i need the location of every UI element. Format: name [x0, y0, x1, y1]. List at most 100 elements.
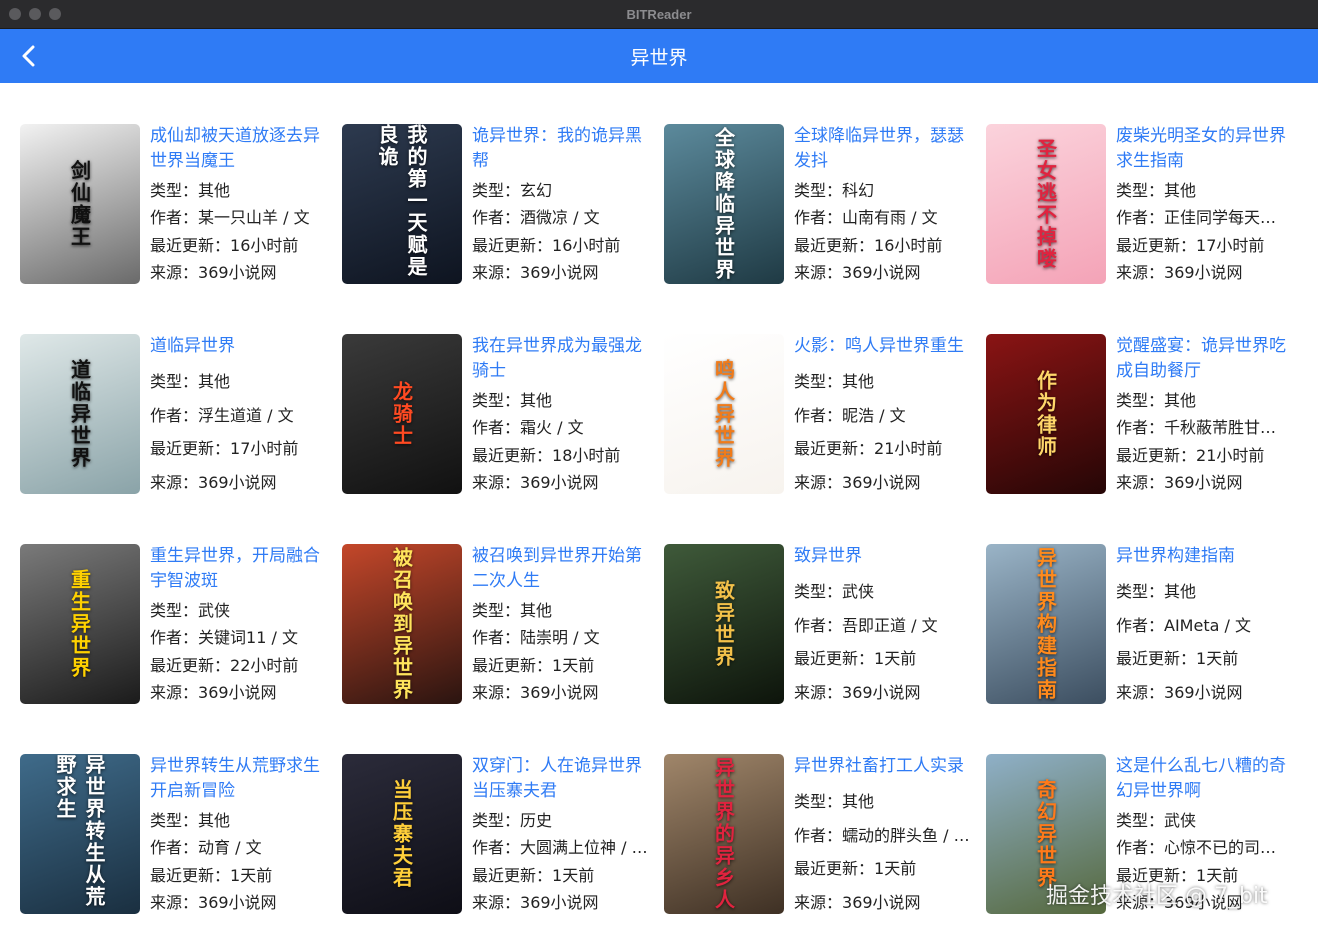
book-card[interactable]: 异世界转生从荒野求生 异世界转生从荒野求生开启新冒险 类型：其他 作者：动育 / 文最… [20, 754, 332, 914]
book-cover[interactable]: 全球降临异世界 [664, 124, 784, 284]
book-updated-value: 17小时前 [230, 439, 299, 459]
book-source: 来源：369小说网 [472, 472, 654, 494]
book-updated-label: 最近更新： [1116, 445, 1197, 465]
book-cover[interactable]: 剑仙魔王 [20, 124, 140, 284]
book-card[interactable]: 当压寨夫君 双穿门：人在诡异世界当压寨夫君 类型：历史 作者：大圆满上位神 / … 最近… [342, 754, 654, 914]
book-title[interactable]: 双穿门：人在诡异世界当压寨夫君 [472, 754, 654, 804]
book-type-label: 类型： [472, 390, 521, 410]
book-cover[interactable]: 被召唤到异世界 [342, 544, 462, 704]
book-card[interactable]: 致异世界 致异世界 类型：武侠 作者：吾即正道 / 文最近更新：1天前 来源：369小说… [664, 544, 976, 704]
book-source-label: 来源： [794, 683, 843, 702]
book-card[interactable]: 龙骑士 我在异世界成为最强龙骑士 类型：其他 作者：霜火 / 文最近更新：18小时前来… [342, 334, 654, 494]
book-card[interactable]: 全球降临异世界 全球降临异世界，瑟瑟发抖 类型：科幻 作者：山南有雨 / 文最近更新：… [664, 124, 976, 284]
book-type: 类型：其他 [472, 390, 654, 412]
book-source-value: 369小说网 [520, 893, 599, 912]
book-cover[interactable]: 奇幻异世界 [986, 754, 1106, 914]
book-title[interactable]: 成仙却被天道放逐去异世界当魔王 [150, 124, 332, 174]
book-cover[interactable]: 圣女逃不掉喽 [986, 124, 1106, 284]
back-button[interactable] [14, 41, 44, 71]
book-author: 作者：昵浩 / 文 [794, 405, 976, 427]
book-updated: 最近更新：16小时前 [472, 235, 654, 257]
book-updated-label: 最近更新： [794, 649, 875, 669]
book-source-label: 来源： [1116, 893, 1165, 912]
book-source-value: 369小说网 [1164, 263, 1243, 282]
book-type-value: 其他 [842, 791, 875, 811]
book-title[interactable]: 重生异世界，开局融合宇智波斑 [150, 544, 332, 594]
book-cover-text: 我的第一天赋是良诡 [375, 124, 428, 278]
book-cover[interactable]: 当压寨夫君 [342, 754, 462, 914]
book-type-label: 类型： [150, 180, 199, 200]
book-cover[interactable]: 作为律师 [986, 334, 1106, 494]
book-updated: 最近更新：21小时前 [1116, 445, 1298, 467]
book-cover-text: 当压寨夫君 [389, 779, 414, 889]
book-type-value: 其他 [520, 600, 553, 620]
book-source-label: 来源： [472, 473, 521, 492]
book-card[interactable]: 异世界的异乡人 异世界社畜打工人实录 类型：其他 作者：蠕动的胖头鱼 / … 最近更新：… [664, 754, 976, 914]
book-source-value: 369小说网 [1164, 893, 1243, 912]
book-card[interactable]: 剑仙魔王 成仙却被天道放逐去异世界当魔王 类型：其他 作者：某一只山羊 / 文最近更新… [20, 124, 332, 284]
book-updated-value: 17小时前 [1196, 235, 1265, 255]
book-updated-label: 最近更新： [1116, 235, 1197, 255]
window-controls[interactable] [9, 8, 61, 20]
book-author-label: 作者： [150, 405, 199, 425]
book-card[interactable]: 异世界构建指南 异世界构建指南 类型：其他 作者：AIMeta / 文最近更新：1天前… [986, 544, 1298, 704]
book-author-label: 作者： [472, 208, 521, 227]
book-card[interactable]: 作为律师 觉醒盛宴：诡异世界吃成自助餐厅 类型：其他 作者：千秋蔽芾胜甘… 最近更新：2… [986, 334, 1298, 494]
book-title[interactable]: 全球降临异世界，瑟瑟发抖 [794, 124, 976, 174]
book-cover-text: 异世界转生从荒野求生 [53, 754, 106, 908]
book-type: 类型：其他 [794, 371, 976, 393]
book-card[interactable]: 奇幻异世界 这是什么乱七八糟的奇幻异世界啊 类型：武侠 作者：心惊不已的司… 最近更新：… [986, 754, 1298, 914]
book-cover[interactable]: 异世界的异乡人 [664, 754, 784, 914]
book-info: 异世界转生从荒野求生开启新冒险 类型：其他 作者：动育 / 文最近更新：1天前 来源：… [150, 754, 332, 914]
close-window-button[interactable] [9, 8, 21, 20]
book-author-value: 浮生道道 / 文 [198, 405, 294, 425]
book-cover[interactable]: 我的第一天赋是良诡 [342, 124, 462, 284]
book-cover[interactable]: 道临异世界 [20, 334, 140, 494]
book-title[interactable]: 异世界构建指南 [1116, 544, 1298, 569]
book-author: 作者：浮生道道 / 文 [150, 405, 332, 427]
maximize-window-button[interactable] [49, 8, 61, 20]
book-title[interactable]: 诡异世界：我的诡异黑帮 [472, 124, 654, 174]
book-cover[interactable]: 致异世界 [664, 544, 784, 704]
book-cover-text: 全球降临异世界 [711, 127, 736, 281]
book-author-label: 作者： [794, 825, 843, 845]
book-author-label: 作者： [794, 208, 843, 227]
book-cover[interactable]: 异世界转生从荒野求生 [20, 754, 140, 914]
book-card[interactable]: 重生异世界 重生异世界，开局融合宇智波斑 类型：武侠 作者：关键词11 / 文最近更新… [20, 544, 332, 704]
book-title[interactable]: 异世界社畜打工人实录 [794, 754, 976, 779]
book-card[interactable]: 被召唤到异世界 被召唤到异世界开始第二次人生 类型：其他 作者：陆崇明 / 文最近更新… [342, 544, 654, 704]
book-updated-label: 最近更新： [472, 235, 553, 255]
book-title[interactable]: 废柴光明圣女的异世界求生指南 [1116, 124, 1298, 174]
book-title[interactable]: 火影：鸣人异世界重生 [794, 334, 976, 359]
book-type-value: 其他 [1164, 390, 1197, 410]
book-card[interactable]: 我的第一天赋是良诡 诡异世界：我的诡异黑帮 类型：玄幻 作者：酒微凉 / 文最近更新：… [342, 124, 654, 284]
book-updated-label: 最近更新： [794, 859, 875, 879]
book-card[interactable]: 鸣人异世界 火影：鸣人异世界重生 类型：其他 作者：昵浩 / 文最近更新：21小时前来… [664, 334, 976, 494]
book-type: 类型：科幻 [794, 180, 976, 202]
book-type-label: 类型： [150, 371, 199, 391]
book-title[interactable]: 道临异世界 [150, 334, 332, 359]
book-cover[interactable]: 重生异世界 [20, 544, 140, 704]
book-type-value: 其他 [198, 180, 231, 200]
book-title[interactable]: 这是什么乱七八糟的奇幻异世界啊 [1116, 754, 1298, 804]
book-source-value: 369小说网 [1164, 683, 1243, 702]
book-card[interactable]: 圣女逃不掉喽 废柴光明圣女的异世界求生指南 类型：其他 作者：正佳同学每天… 最近更新：… [986, 124, 1298, 284]
book-type-label: 类型： [150, 600, 199, 620]
book-type-value: 武侠 [1164, 810, 1197, 830]
book-author: 作者：关键词11 / 文 [150, 627, 332, 649]
book-source: 来源：369小说网 [150, 892, 332, 914]
book-title[interactable]: 觉醒盛宴：诡异世界吃成自助餐厅 [1116, 334, 1298, 384]
book-title[interactable]: 致异世界 [794, 544, 976, 569]
minimize-window-button[interactable] [29, 8, 41, 20]
book-title[interactable]: 被召唤到异世界开始第二次人生 [472, 544, 654, 594]
book-type-label: 类型： [794, 371, 843, 391]
book-info: 诡异世界：我的诡异黑帮 类型：玄幻 作者：酒微凉 / 文最近更新：16小时前 来源：3… [472, 124, 654, 284]
book-cover[interactable]: 异世界构建指南 [986, 544, 1106, 704]
book-author-label: 作者： [1116, 838, 1165, 857]
book-card[interactable]: 道临异世界 道临异世界 类型：其他 作者：浮生道道 / 文最近更新：17小时前 来源：3… [20, 334, 332, 494]
book-title[interactable]: 我在异世界成为最强龙骑士 [472, 334, 654, 384]
book-cover[interactable]: 鸣人异世界 [664, 334, 784, 494]
book-title[interactable]: 异世界转生从荒野求生开启新冒险 [150, 754, 332, 804]
window-title: BITReader [626, 6, 692, 22]
book-cover[interactable]: 龙骑士 [342, 334, 462, 494]
